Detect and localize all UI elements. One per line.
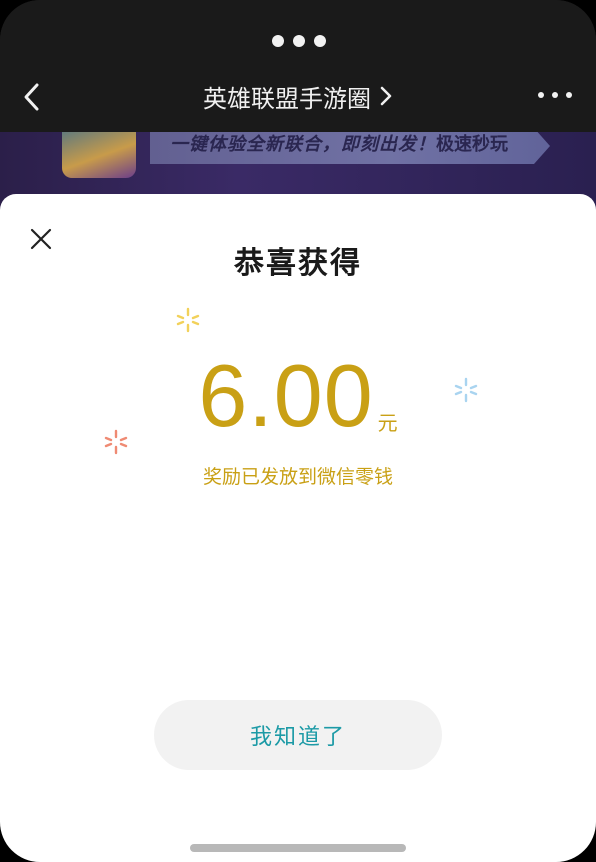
- more-horizontal-icon[interactable]: [538, 82, 572, 108]
- sparkle-icon: [176, 307, 200, 333]
- game-app-icon: [62, 132, 136, 178]
- three-dots-icon[interactable]: [272, 34, 326, 48]
- phone-screen: 英雄联盟手游圈 一键体验全新联合，即刻出发！ 极速秒玩 恭喜获得 6.00 元 …: [0, 0, 596, 862]
- nav-title-text: 英雄联盟手游圈: [203, 84, 371, 113]
- acknowledge-button[interactable]: 我知道了: [154, 700, 442, 770]
- chevron-right-icon: [380, 86, 392, 106]
- banner-play-button[interactable]: 极速秒玩: [436, 132, 508, 156]
- top-navigation-bar: 英雄联盟手游圈: [0, 0, 596, 132]
- reward-amount: 6.00: [198, 346, 374, 445]
- banner-text: 一键体验全新联合，即刻出发！: [170, 134, 436, 155]
- home-indicator[interactable]: [190, 844, 406, 852]
- modal-title: 恭喜获得: [234, 246, 362, 281]
- nav-title-link[interactable]: 英雄联盟手游圈: [120, 78, 476, 114]
- reward-modal: 恭喜获得 6.00 元 奖励已发放到微信零钱 我知道了: [0, 194, 596, 862]
- reward-subtext: 奖励已发放到微信零钱: [202, 466, 393, 488]
- chevron-left-icon[interactable]: [18, 80, 48, 114]
- reward-amount-group: 6.00 元: [0, 352, 596, 440]
- reward-unit: 元: [377, 411, 398, 435]
